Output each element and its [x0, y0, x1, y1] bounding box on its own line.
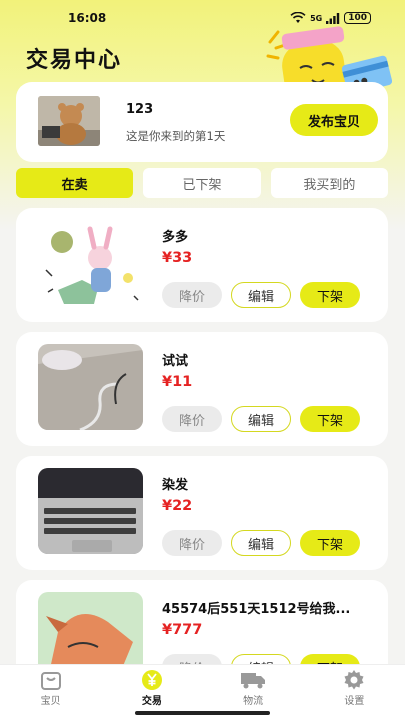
tab-on-sale[interactable]: 在卖 — [16, 168, 134, 198]
take-down-button[interactable]: 下架 — [300, 406, 360, 432]
item-price: ¥33 — [162, 250, 193, 266]
lower-price-button[interactable]: 降价 — [162, 406, 222, 432]
profile-card: 123 这是你来到的第1天 发布宝贝 — [16, 82, 388, 162]
nav-label: 交易 — [141, 696, 162, 707]
item-price: ¥777 — [162, 622, 203, 638]
yuan-icon — [138, 668, 166, 692]
item-title: 多多 — [162, 230, 189, 245]
tab-purchased[interactable]: 我买到的 — [270, 168, 388, 198]
nav-label: 宝贝 — [40, 696, 61, 707]
item-thumbnail[interactable] — [38, 468, 143, 554]
item-thumbnail[interactable] — [38, 344, 143, 430]
nav-label: 物流 — [243, 696, 264, 707]
listing-tabs: 在卖 已下架 我买到的 — [16, 168, 388, 200]
bag-icon — [37, 668, 65, 692]
publish-item-button[interactable]: 发布宝贝 — [290, 104, 378, 136]
item-card[interactable]: 试试 ¥11 降价 编辑 下架 — [16, 332, 388, 446]
item-price: ¥11 — [162, 374, 193, 390]
take-down-button[interactable]: 下架 — [300, 530, 360, 556]
edit-button[interactable]: 编辑 — [231, 406, 291, 432]
item-title: 试试 — [162, 354, 189, 369]
nav-item-baby[interactable]: 宝贝 — [11, 665, 91, 720]
truck-icon — [239, 668, 267, 692]
username: 123 — [126, 102, 154, 117]
nav-item-settings[interactable]: 设置 — [314, 665, 394, 720]
lower-price-button[interactable]: 降价 — [162, 530, 222, 556]
nav-label: 设置 — [344, 696, 365, 707]
item-thumbnail[interactable] — [38, 220, 143, 306]
status-time: 16:08 — [68, 11, 107, 25]
lower-price-button[interactable]: 降价 — [162, 282, 222, 308]
item-title: 染发 — [162, 478, 189, 493]
item-title: 45574后551天1512号给我... — [162, 602, 351, 617]
page-title: 交易中心 — [26, 48, 123, 73]
edit-button[interactable]: 编辑 — [231, 282, 291, 308]
edit-button[interactable]: 编辑 — [231, 530, 291, 556]
item-price: ¥22 — [162, 498, 193, 514]
home-indicator — [135, 711, 270, 715]
avatar[interactable] — [38, 96, 100, 146]
tab-taken-down[interactable]: 已下架 — [143, 168, 261, 198]
take-down-button[interactable]: 下架 — [300, 282, 360, 308]
item-card[interactable]: 多多 ¥33 降价 编辑 下架 — [16, 208, 388, 322]
item-card[interactable]: 染发 ¥22 降价 编辑 下架 — [16, 456, 388, 570]
gear-icon — [340, 668, 368, 692]
days-joined-text: 这是你来到的第1天 — [126, 129, 226, 143]
